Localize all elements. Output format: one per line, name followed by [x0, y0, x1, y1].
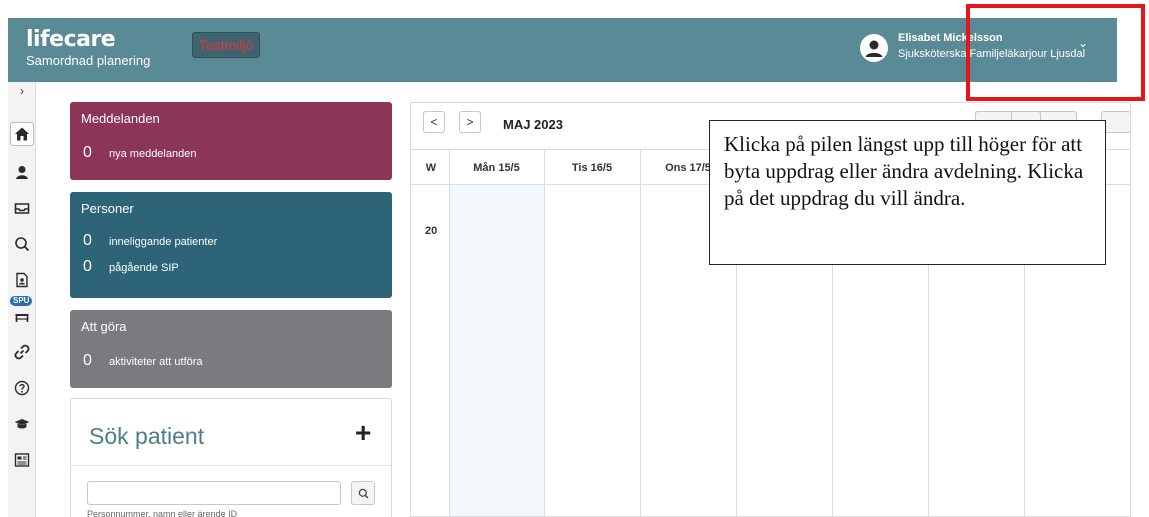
inpatients-count: 0 [83, 232, 92, 249]
todo-card[interactable]: Att göra 0 aktiviteter att utföra [70, 310, 392, 388]
inpatients-row[interactable]: 0 inneliggande patienter [83, 232, 217, 250]
user-name[interactable]: Elisabet Mickelsson [898, 32, 1003, 44]
sidebar-item-spu[interactable]: SPU [10, 296, 34, 328]
calendar-column-line [640, 149, 641, 516]
sidebar-item-news[interactable] [10, 448, 34, 472]
search-patient-button[interactable] [351, 481, 375, 505]
calendar-day-header[interactable]: Mån 15/5 [449, 162, 544, 174]
sidebar-expand-icon[interactable]: › [8, 84, 36, 98]
persons-title: Personer [81, 201, 134, 216]
home-icon [15, 127, 29, 141]
link-icon [14, 344, 30, 360]
user-role[interactable]: Sjuksköterska Familjeläkarjour Ljusdal [898, 48, 1085, 60]
page: lifecare Samordnad planering Testmiljö E… [0, 0, 1149, 517]
inpatients-label: inneliggande patienter [109, 236, 218, 248]
ongoing-sip-count: 0 [83, 258, 92, 275]
messages-card[interactable]: Meddelanden 0 nya meddelanden [70, 102, 392, 180]
todo-title: Att göra [81, 319, 127, 334]
add-patient-button[interactable]: + [355, 417, 371, 449]
environment-badge: Testmiljö [192, 32, 261, 58]
search-patient-card: Sök patient + Personnummer, namn eller ä… [70, 398, 392, 517]
sidebar-item-user[interactable] [10, 160, 34, 184]
messages-label: nya meddelanden [109, 148, 197, 160]
patient-record-icon [16, 272, 28, 288]
calendar-today-column [449, 185, 544, 516]
brand-logo[interactable]: lifecare Samordnad planering [26, 28, 150, 69]
calendar-next-button[interactable]: > [459, 111, 481, 133]
search-patient-title: Sök patient [89, 423, 205, 449]
help-icon [14, 380, 30, 396]
calendar-column-line [449, 149, 450, 516]
user-icon [16, 166, 28, 179]
messages-row[interactable]: 0 nya meddelanden [83, 144, 196, 162]
calendar-month: MAJ 2023 [503, 117, 563, 132]
brand-subtitle: Samordnad planering [26, 53, 151, 68]
instruction-callout: Klicka på pilen längst upp till höger fö… [709, 120, 1106, 265]
inbox-icon [14, 203, 30, 214]
sidebar-item-patient-record[interactable] [10, 268, 34, 292]
sidebar-item-education[interactable] [10, 412, 34, 436]
sidebar-item-link[interactable] [10, 340, 34, 364]
messages-title: Meddelanden [81, 111, 160, 126]
search-icon [358, 488, 368, 498]
persons-card[interactable]: Personer 0 inneliggande patienter 0 pågå… [70, 192, 392, 298]
calendar-week-number: 20 [425, 225, 438, 237]
search-hint: Personnummer, namn eller ärende ID [87, 509, 238, 517]
spu-badge: SPU [10, 296, 33, 306]
search-divider [71, 465, 391, 466]
ongoing-sip-row[interactable]: 0 pågående SIP [83, 258, 179, 276]
sidebar-item-help[interactable] [10, 376, 34, 400]
todo-count: 0 [83, 352, 92, 369]
messages-count: 0 [83, 144, 92, 161]
search-icon [15, 237, 30, 252]
ongoing-sip-label: pågående SIP [109, 262, 179, 274]
sidebar-item-search[interactable] [10, 232, 34, 256]
app-header: lifecare Samordnad planering Testmiljö E… [8, 18, 1117, 82]
sidebar-item-inbox[interactable] [10, 196, 34, 220]
search-patient-input[interactable] [87, 481, 341, 505]
sidebar: › SPU [8, 82, 36, 517]
brand-name: lifecare [26, 27, 116, 52]
todo-label: aktiviteter att utföra [109, 356, 203, 368]
bed-icon [15, 314, 29, 322]
calendar-day-header[interactable]: Tis 16/5 [544, 162, 640, 174]
calendar-week-header: W [425, 162, 437, 174]
todo-row[interactable]: 0 aktiviteter att utföra [83, 352, 203, 370]
news-icon [14, 453, 30, 467]
calendar-prev-button[interactable]: < [423, 111, 445, 133]
calendar-column-line [544, 149, 545, 516]
sidebar-item-home[interactable] [10, 122, 34, 146]
chevron-down-icon[interactable]: ⌄ [1078, 36, 1088, 50]
user-avatar-icon[interactable] [860, 34, 888, 62]
graduation-cap-icon [14, 419, 30, 429]
